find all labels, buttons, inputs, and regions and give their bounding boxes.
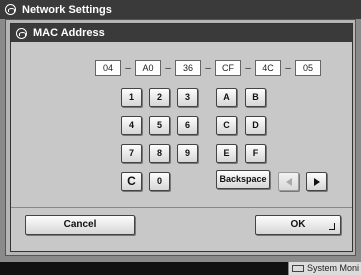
mac-field-5[interactable]: 4C xyxy=(255,60,281,76)
system-monitor-button[interactable]: System Moni xyxy=(288,262,361,275)
system-monitor-label: System Moni xyxy=(307,263,360,273)
monitor-icon xyxy=(292,265,304,273)
cancel-button[interactable]: Cancel xyxy=(25,215,135,235)
key-7[interactable]: 7 xyxy=(121,144,142,163)
canon-logo-icon xyxy=(5,4,16,15)
dialog-titlebar: MAC Address xyxy=(11,24,352,42)
key-e[interactable]: E xyxy=(216,144,237,163)
dialog-title: MAC Address xyxy=(33,27,105,39)
key-0[interactable]: 0 xyxy=(149,172,170,191)
cursor-right-button[interactable] xyxy=(306,172,327,191)
key-2[interactable]: 2 xyxy=(149,88,170,107)
key-9[interactable]: 9 xyxy=(177,144,198,163)
key-4[interactable]: 4 xyxy=(121,116,142,135)
key-d[interactable]: D xyxy=(245,116,266,135)
ok-button[interactable]: OK xyxy=(255,215,341,235)
arrow-right-icon xyxy=(313,177,320,186)
backspace-button[interactable]: Backspace xyxy=(216,170,270,189)
arrow-left-icon xyxy=(285,177,292,186)
mac-field-6[interactable]: 05 xyxy=(295,60,321,76)
key-f[interactable]: F xyxy=(245,144,266,163)
mac-separator: – xyxy=(205,62,211,74)
key-3[interactable]: 3 xyxy=(177,88,198,107)
enter-icon xyxy=(329,223,335,230)
mac-separator: – xyxy=(165,62,171,74)
window-title: Network Settings xyxy=(22,3,112,16)
ok-label: OK xyxy=(290,219,306,230)
key-a[interactable]: A xyxy=(216,88,237,107)
key-8[interactable]: 8 xyxy=(149,144,170,163)
mac-field-2[interactable]: A0 xyxy=(135,60,161,76)
mac-field-1[interactable]: 04 xyxy=(95,60,121,76)
clear-key[interactable]: C xyxy=(121,172,142,191)
key-1[interactable]: 1 xyxy=(121,88,142,107)
mac-separator: – xyxy=(285,62,291,74)
mac-address-fields: 04 – A0 – 36 – CF – 4C – 05 xyxy=(95,60,321,76)
key-6[interactable]: 6 xyxy=(177,116,198,135)
key-5[interactable]: 5 xyxy=(149,116,170,135)
window-titlebar: Network Settings xyxy=(0,0,361,19)
mac-address-dialog: MAC Address 04 – A0 – 36 – CF – 4C – 05 … xyxy=(10,23,353,252)
key-b[interactable]: B xyxy=(245,88,266,107)
mac-field-4[interactable]: CF xyxy=(215,60,241,76)
divider xyxy=(11,207,352,208)
mac-separator: – xyxy=(245,62,251,74)
cursor-left-button[interactable] xyxy=(278,172,299,191)
key-c[interactable]: C xyxy=(216,116,237,135)
canon-logo-icon xyxy=(16,27,27,39)
mac-separator: – xyxy=(125,62,131,74)
mac-field-3[interactable]: 36 xyxy=(175,60,201,76)
